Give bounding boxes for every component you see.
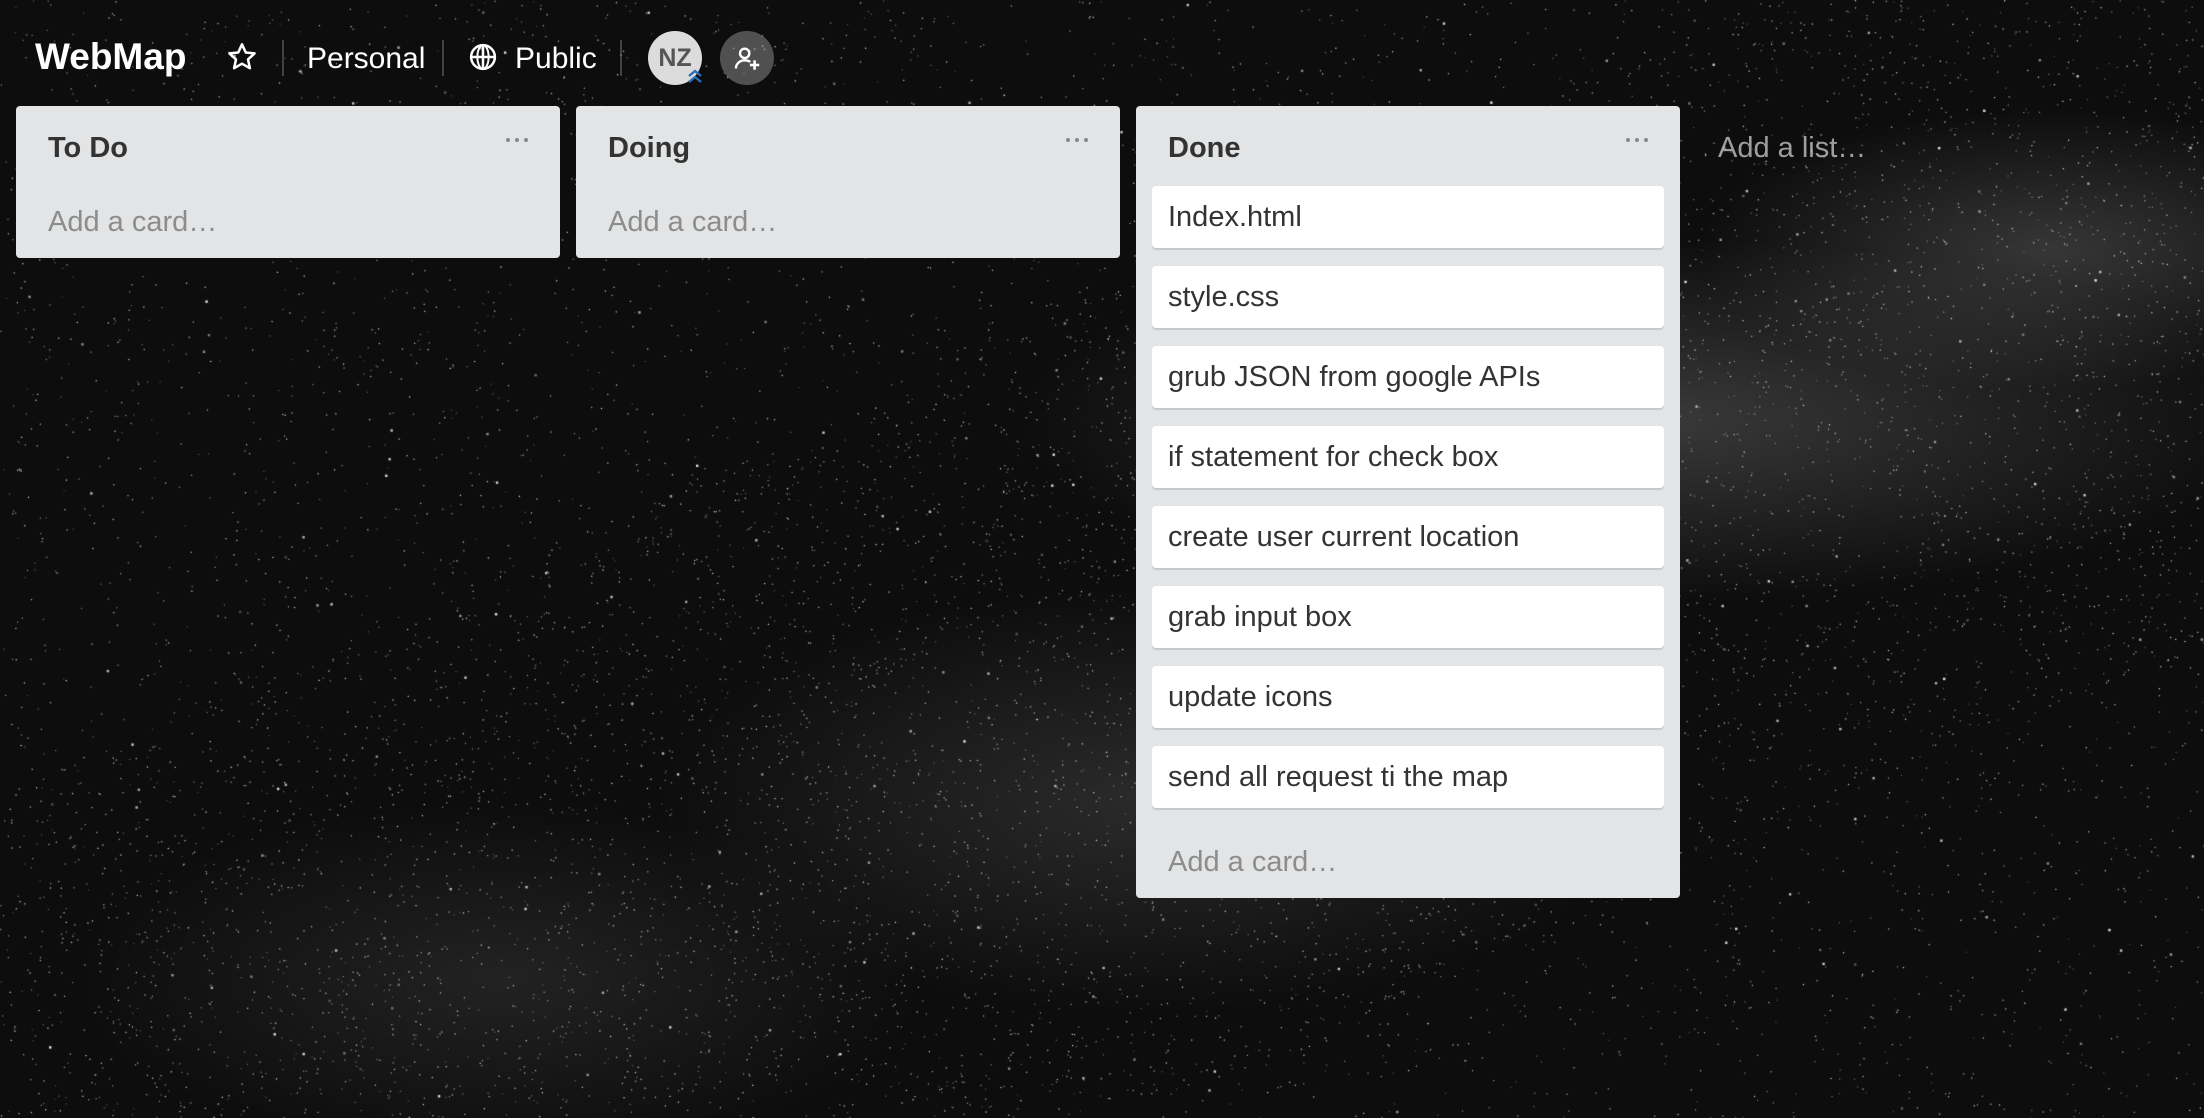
header-divider [620, 40, 622, 76]
list-title[interactable]: Done [1168, 132, 1241, 165]
globe-icon [468, 42, 498, 72]
board-title[interactable]: WebMap [35, 36, 186, 78]
add-card-button[interactable]: Add a card… [48, 206, 217, 239]
card[interactable]: grub JSON from google APIs [1152, 346, 1664, 408]
board-header: WebMap Personal Public NZ [0, 0, 2204, 116]
header-divider [442, 40, 444, 76]
add-card-button[interactable]: Add a card… [1168, 846, 1337, 879]
card[interactable]: grab input box [1152, 586, 1664, 648]
list-doing: Doing Add a card… [576, 106, 1120, 258]
more-horizontal-icon[interactable] [1066, 134, 1092, 146]
list-title[interactable]: Doing [608, 132, 690, 165]
admin-chevron-icon [684, 66, 706, 86]
card[interactable]: Index.html [1152, 186, 1664, 248]
add-member-button[interactable] [720, 31, 774, 85]
add-list-button[interactable]: Add a list… [1718, 132, 1866, 165]
card[interactable]: if statement for check box [1152, 426, 1664, 488]
card[interactable]: style.css [1152, 266, 1664, 328]
card[interactable]: create user current location [1152, 506, 1664, 568]
add-card-button[interactable]: Add a card… [608, 206, 777, 239]
list-title[interactable]: To Do [48, 132, 128, 165]
star-icon[interactable] [226, 41, 258, 73]
team-button[interactable]: Personal [307, 42, 425, 76]
more-horizontal-icon[interactable] [1626, 134, 1652, 146]
card[interactable]: update icons [1152, 666, 1664, 728]
list-done: Done Index.html style.css grub JSON from… [1136, 106, 1680, 898]
visibility-button[interactable]: Public [515, 42, 597, 76]
header-divider [282, 40, 284, 76]
add-member-icon [734, 47, 760, 70]
card[interactable]: send all request ti the map [1152, 746, 1664, 808]
more-horizontal-icon[interactable] [506, 134, 532, 146]
list-to-do: To Do Add a card… [16, 106, 560, 258]
